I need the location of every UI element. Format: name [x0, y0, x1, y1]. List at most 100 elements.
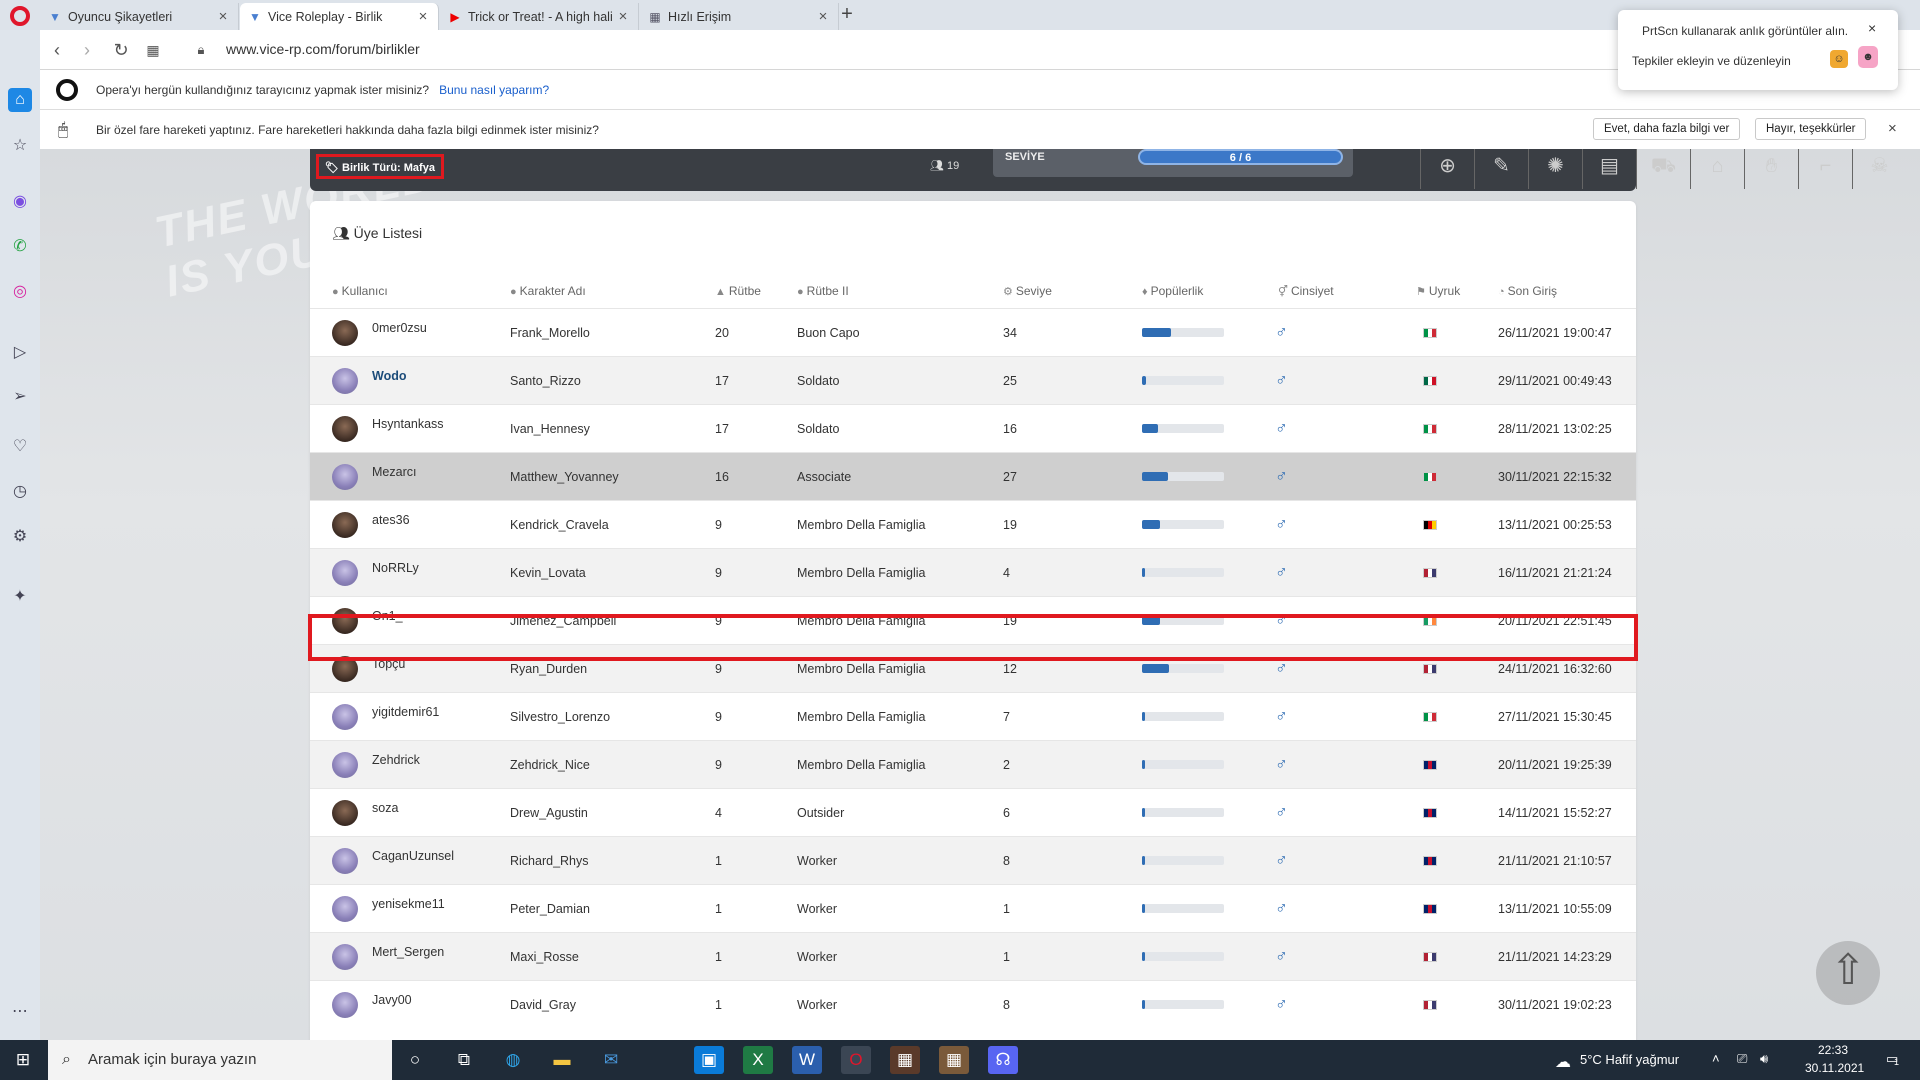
- table-row[interactable]: yigitdemir61 Silvestro_Lorenzo 9 Membro Del…: [310, 692, 1636, 740]
- close-tab-icon[interactable]: ×: [816, 8, 830, 25]
- username-link[interactable]: Zehdrick: [372, 753, 420, 767]
- col-populerlik[interactable]: ♦ Popülerlik: [1142, 284, 1203, 298]
- table-row[interactable]: Hsyntankass Ivan_Hennesy 17 Soldato 16 ♂ 28/11…: [310, 404, 1636, 452]
- col-rutbe-ii[interactable]: ● Rütbe II: [797, 284, 849, 298]
- username-link[interactable]: Mert_Sergen: [372, 945, 444, 959]
- close-tab-icon[interactable]: ×: [616, 8, 630, 25]
- url-field[interactable]: www.vice-rp.com/forum/birlikler: [226, 41, 420, 57]
- opera-logo-icon[interactable]: [10, 6, 30, 26]
- avatar[interactable]: [332, 896, 358, 922]
- speaker-icon[interactable]: 🔊︎: [1760, 1051, 1768, 1067]
- tab-hizli-erisim[interactable]: ▦ Hızlı Erişim ×: [640, 3, 839, 30]
- table-row[interactable]: yenisekme11 Peter_Damian 1 Worker 1 ♂ 13/11/20…: [310, 884, 1636, 932]
- no-thanks-button[interactable]: Hayır, teşekkürler: [1755, 118, 1867, 140]
- avatar[interactable]: [332, 560, 358, 586]
- home-icon[interactable]: ⌂: [8, 88, 32, 112]
- table-row[interactable]: Javy00 David_Gray 1 Worker 8 ♂ 30/11/2021 19:0…: [310, 980, 1636, 1028]
- task-view-icon[interactable]: ⧉: [449, 1046, 479, 1074]
- instagram-icon[interactable]: ◎: [8, 280, 32, 304]
- close-tab-icon[interactable]: ×: [216, 8, 230, 25]
- how-to-link[interactable]: Bunu nasıl yaparım?: [439, 83, 549, 97]
- avatar[interactable]: [332, 512, 358, 538]
- mail-icon[interactable]: ✉: [596, 1046, 626, 1074]
- col-seviye[interactable]: ⚙ Seviye: [1003, 284, 1052, 298]
- col-son-giris[interactable]: ◔ Son Giriş: [1498, 284, 1557, 298]
- username-link[interactable]: NoRRLy: [372, 561, 419, 575]
- avatar[interactable]: [332, 992, 358, 1018]
- send-icon[interactable]: ➢: [8, 385, 32, 409]
- avatar[interactable]: [332, 416, 358, 442]
- table-row[interactable]: 0mer0zsu Frank_Morello 20 Buon Capo 34 ♂ 26/11…: [310, 308, 1636, 356]
- table-row[interactable]: CaganUzunsel Richard_Rhys 1 Worker 8 ♂ 21/11/2…: [310, 836, 1636, 884]
- history-icon[interactable]: ◷: [8, 480, 32, 504]
- col-cinsiyet[interactable]: ⚥ Cinsiyet: [1278, 284, 1334, 298]
- avatar[interactable]: [332, 464, 358, 490]
- username-link[interactable]: yigitdemir61: [372, 705, 439, 719]
- username-link[interactable]: soza: [372, 801, 398, 815]
- avatar[interactable]: [332, 704, 358, 730]
- close-infobar-icon[interactable]: ×: [1888, 120, 1897, 137]
- avatar[interactable]: [332, 944, 358, 970]
- close-tab-icon[interactable]: ×: [416, 8, 430, 25]
- table-row[interactable]: Mert_Sergen Maxi_Rosse 1 Worker 1 ♂ 21/11/2021…: [310, 932, 1636, 980]
- back-button[interactable]: ‹: [46, 39, 68, 61]
- avatar[interactable]: [332, 848, 358, 874]
- username-link[interactable]: yenisekme11: [372, 897, 445, 911]
- new-tab-button[interactable]: +: [836, 4, 858, 26]
- clock-date[interactable]: 30.11.2021: [1805, 1061, 1864, 1075]
- table-row[interactable]: Wodo Santo_Rizzo 17 Soldato 25 ♂ 29/11/2021 00…: [310, 356, 1636, 404]
- yes-more-info-button[interactable]: Evet, daha fazla bilgi ver: [1593, 118, 1741, 140]
- table-row[interactable]: ates36 Kendrick_Cravela 9 Membro Della Fami…: [310, 500, 1636, 548]
- col-karakter-adi[interactable]: ● Karakter Adı: [510, 284, 586, 298]
- opera-taskbar-icon[interactable]: O: [841, 1046, 871, 1074]
- table-row[interactable]: NoRRLy Kevin_Lovata 9 Membro Della Famiglia…: [310, 548, 1636, 596]
- username-link[interactable]: 0mer0zsu: [372, 321, 427, 335]
- taskbar-search-input[interactable]: ⌕ Aramak için buraya yazın: [48, 1040, 392, 1080]
- store-icon[interactable]: ▣: [694, 1046, 724, 1074]
- username-link[interactable]: Hsyntankass: [372, 417, 444, 431]
- windows-start-icon[interactable]: ⊞: [8, 1046, 38, 1074]
- tray-chevron-icon[interactable]: ˄: [1712, 1051, 1720, 1066]
- speed-dial-icon[interactable]: ☆: [8, 134, 32, 158]
- forward-button[interactable]: ›: [76, 39, 98, 61]
- network-icon[interactable]: ⎚: [1737, 1051, 1747, 1067]
- col-rutbe[interactable]: ▲ Rütbe: [715, 284, 761, 298]
- excel-icon[interactable]: X: [743, 1046, 773, 1074]
- scroll-to-top-button[interactable]: ⇧: [1816, 941, 1880, 1005]
- tab-oyuncu-sikayetleri[interactable]: ▼ Oyuncu Şikayetleri ×: [40, 3, 239, 30]
- username-link[interactable]: CaganUzunsel: [372, 849, 454, 863]
- avatar[interactable]: [332, 368, 358, 394]
- tab-vice-roleplay-birlik[interactable]: ▼ Vice Roleplay - Birlik ×: [240, 3, 439, 30]
- username-link[interactable]: Javy00: [372, 993, 412, 1007]
- table-row[interactable]: soza Drew_Agustin 4 Outsider 6 ♂ 14/11/2021 15…: [310, 788, 1636, 836]
- col-kullanici[interactable]: ● Kullanıcı: [332, 284, 388, 298]
- username-link[interactable]: Mezarcı: [372, 465, 416, 479]
- table-row[interactable]: Mezarcı Matthew_Yovanney 16 Associate 27 ♂ 30/…: [310, 452, 1636, 500]
- reload-icon[interactable]: ↻: [110, 39, 132, 61]
- word-icon[interactable]: W: [792, 1046, 822, 1074]
- tab-youtube[interactable]: ▶ Trick or Treat! - A high hali ×: [440, 3, 639, 30]
- lightbulb-icon[interactable]: ✦: [8, 585, 32, 609]
- weather-text[interactable]: 5°C Hafif yağmur: [1580, 1052, 1679, 1067]
- settings-gear-icon[interactable]: ⚙: [8, 525, 32, 549]
- messenger-icon[interactable]: ◉: [8, 190, 32, 214]
- file-explorer-icon[interactable]: ▬: [547, 1046, 577, 1074]
- username-link[interactable]: Wodo: [372, 369, 406, 383]
- whatsapp-icon[interactable]: ✆: [8, 235, 32, 259]
- discord-icon[interactable]: ☊: [988, 1046, 1018, 1074]
- game-app-2-icon[interactable]: ▦: [939, 1046, 969, 1074]
- avatar[interactable]: [332, 800, 358, 826]
- lock-icon[interactable]: 🔒︎: [190, 39, 212, 61]
- player-icon[interactable]: ▷: [8, 341, 32, 365]
- avatar[interactable]: [332, 752, 358, 778]
- username-link[interactable]: ates36: [372, 513, 410, 527]
- game-app-icon[interactable]: ▦: [890, 1046, 920, 1074]
- tabs-grid-icon[interactable]: ▦: [142, 39, 164, 61]
- heart-icon[interactable]: ♡: [8, 435, 32, 459]
- more-icon[interactable]: ⋯: [8, 1000, 32, 1024]
- clock-time[interactable]: 22:33: [1818, 1043, 1848, 1057]
- cortana-icon[interactable]: ○: [400, 1046, 430, 1074]
- col-uyruk[interactable]: ⚑ Uyruk: [1416, 284, 1460, 298]
- close-tip-icon[interactable]: ×: [1868, 20, 1876, 36]
- edge-icon[interactable]: ◍: [498, 1046, 528, 1074]
